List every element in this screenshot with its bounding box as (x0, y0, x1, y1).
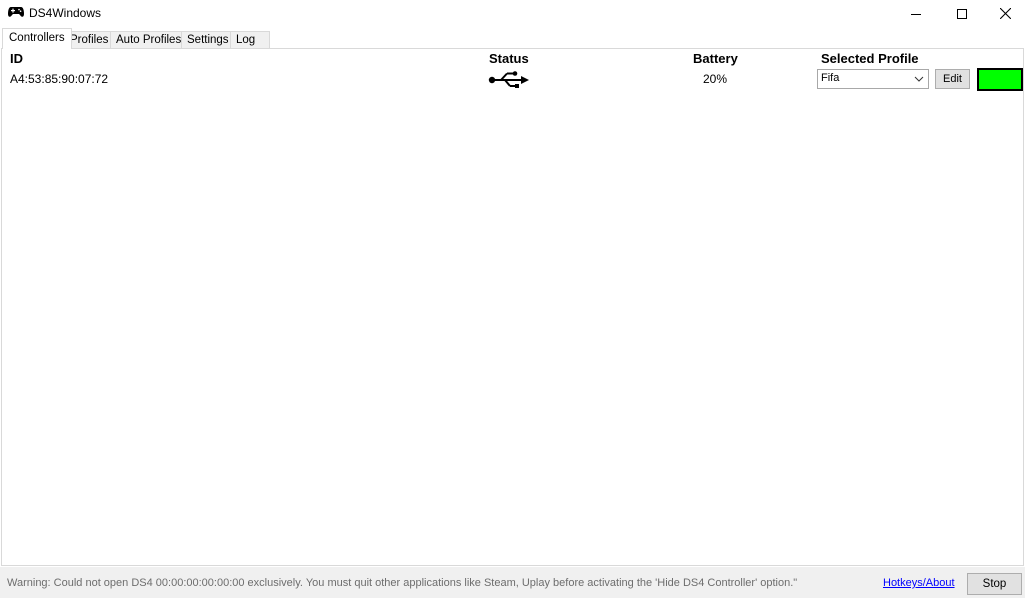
edit-profile-button[interactable]: Edit (935, 69, 970, 89)
tab-strip: Controllers Profiles Auto Profiles Setti… (0, 28, 1025, 49)
profile-select[interactable]: Fifa (817, 69, 929, 89)
minimize-icon (911, 13, 921, 15)
status-header: Status (489, 51, 529, 66)
controllers-panel (1, 48, 1024, 566)
maximize-icon (957, 8, 967, 19)
maximize-button[interactable] (939, 0, 985, 27)
tab-settings[interactable]: Settings (181, 31, 235, 49)
chevron-down-icon (914, 76, 924, 82)
status-message: Warning: Could not open DS4 00:00:00:00:… (7, 577, 798, 589)
stop-button[interactable]: Stop (967, 573, 1022, 595)
tab-controllers[interactable]: Controllers (2, 28, 72, 49)
id-header: ID (10, 51, 23, 66)
battery-header: Battery (693, 51, 738, 66)
title-bar: DS4Windows (0, 0, 1025, 27)
profile-select-value: Fifa (821, 72, 840, 84)
tab-auto-profiles[interactable]: Auto Profiles (110, 31, 188, 49)
close-button[interactable] (985, 0, 1025, 27)
close-icon (999, 8, 1011, 19)
status-bar: Warning: Could not open DS4 00:00:00:00:… (0, 567, 1025, 598)
usb-icon (488, 71, 529, 88)
hotkeys-about-link[interactable]: Hotkeys/About (883, 577, 955, 589)
selected-profile-header: Selected Profile (821, 51, 919, 66)
gamepad-icon (8, 7, 24, 17)
minimize-button[interactable] (893, 0, 939, 27)
battery-value: 20% (703, 72, 728, 86)
light-color-swatch[interactable] (977, 68, 1023, 91)
tab-log[interactable]: Log (230, 31, 270, 49)
controller-id: A4:53:85:90:07:72 (10, 72, 109, 86)
window-title: DS4Windows (29, 6, 102, 20)
